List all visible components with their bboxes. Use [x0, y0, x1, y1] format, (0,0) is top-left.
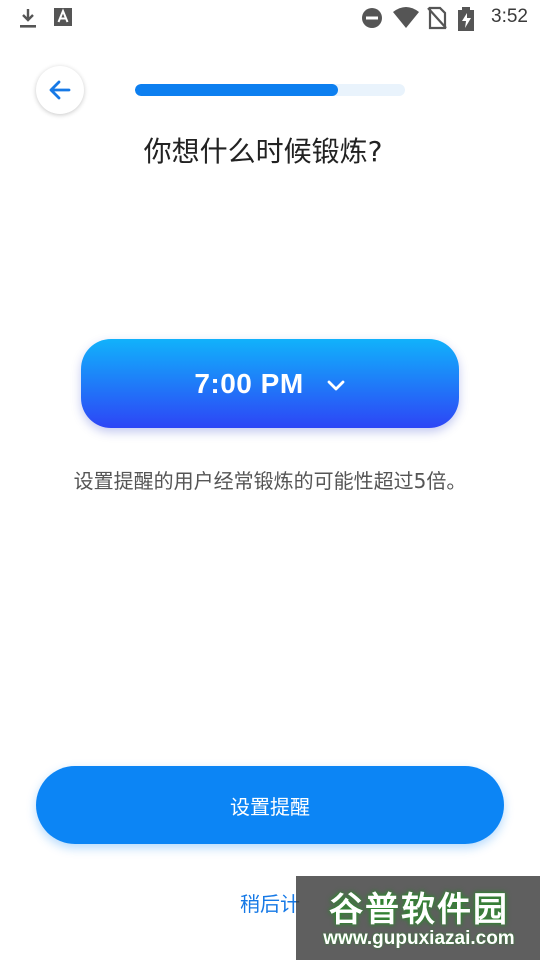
arrow-left-icon	[49, 80, 71, 100]
watermark-title: 谷普软件园	[329, 890, 509, 930]
no-sim-icon	[427, 6, 447, 30]
hint-text: 设置提醒的用户经常锻炼的可能性超过5倍。	[73, 469, 467, 493]
watermark-url: www.gupuxiazai.com	[323, 928, 515, 949]
set-reminder-button[interactable]: 设置提醒	[36, 766, 504, 844]
battery-charging-icon	[458, 7, 474, 31]
progress-bar	[135, 84, 405, 96]
dnd-icon	[362, 8, 382, 28]
download-icon	[20, 9, 36, 28]
later-link-label: 稍后计	[240, 892, 300, 916]
time-picker-button[interactable]: 7:00 PM	[81, 339, 459, 428]
font-a-icon	[54, 8, 72, 26]
time-value: 7:00 PM	[194, 367, 304, 399]
chevron-down-icon	[327, 380, 345, 390]
watermark: 谷普软件园 www.gupuxiazai.com	[296, 876, 540, 960]
status-bar: 3:52	[0, 0, 540, 36]
page-title: 你想什么时候锻炼?	[143, 135, 383, 168]
progress-fill	[135, 84, 338, 96]
screen: 3:52 你想什么时候锻炼? 7:00 PM 设置提醒的用户经常锻炼的可能性超过…	[0, 0, 540, 960]
back-button[interactable]	[36, 66, 84, 114]
clock: 3:52	[491, 6, 528, 27]
wifi-icon	[393, 7, 419, 28]
